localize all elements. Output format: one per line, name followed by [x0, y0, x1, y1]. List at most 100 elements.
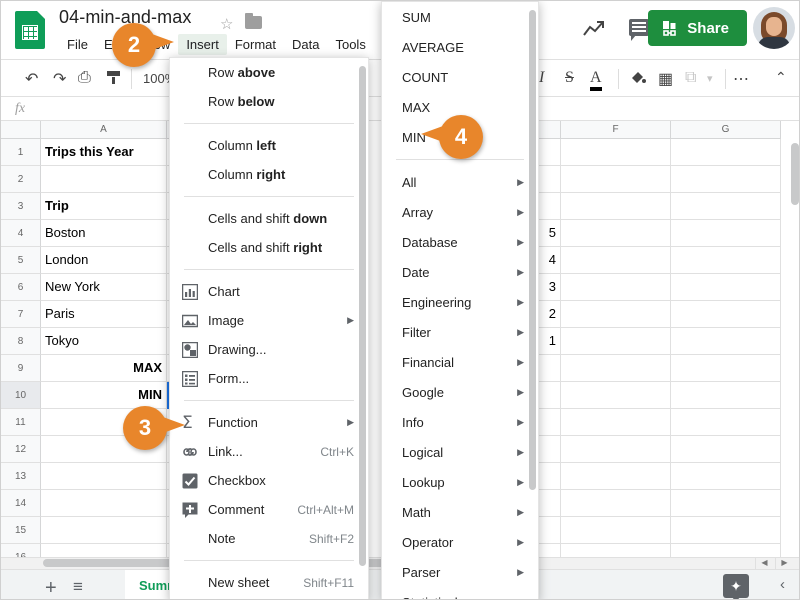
function-menu-scrollbar[interactable] [529, 10, 536, 490]
menu-item-row-above[interactable]: Row above [170, 58, 368, 87]
cell-F2[interactable] [561, 166, 671, 193]
function-item-financial[interactable]: Financial ▶ [382, 347, 538, 377]
cell-F10[interactable] [561, 382, 671, 409]
cell-A7[interactable]: Paris [41, 301, 167, 328]
cell-G3[interactable] [671, 193, 781, 220]
strikethrough-icon[interactable]: S [565, 69, 574, 87]
insert-menu-scrollbar[interactable] [359, 66, 366, 566]
cell-G6[interactable] [671, 274, 781, 301]
function-item-engineering[interactable]: Engineering ▶ [382, 287, 538, 317]
row-header-3[interactable]: 3 [1, 193, 41, 220]
menu-item-new-sheet[interactable]: New sheet Shift+F11 [170, 568, 368, 597]
menu-item-cells-and-shift-down[interactable]: Cells and shift down [170, 204, 368, 233]
function-item-date[interactable]: Date ▶ [382, 257, 538, 287]
paint-format-icon[interactable] [105, 69, 122, 91]
menu-item-function[interactable]: Σ Function ▶ [170, 408, 368, 437]
cell-A14[interactable] [41, 490, 167, 517]
cell-A1[interactable]: Trips this Year [41, 139, 167, 166]
cell-G9[interactable] [671, 355, 781, 382]
cell-G12[interactable] [671, 436, 781, 463]
merge-dropdown-icon[interactable]: ▾ [707, 72, 713, 85]
cell-G15[interactable] [671, 517, 781, 544]
cell-F11[interactable] [561, 409, 671, 436]
cell-F13[interactable] [561, 463, 671, 490]
row-header-10[interactable]: 10 [1, 382, 41, 409]
cell-F9[interactable] [561, 355, 671, 382]
menu-item-form[interactable]: Form... [170, 364, 368, 393]
cell-G1[interactable] [671, 139, 781, 166]
share-button[interactable]: Share [648, 10, 747, 46]
menu-item-insert[interactable]: Insert [178, 34, 227, 55]
cell-A6[interactable]: New York [41, 274, 167, 301]
undo-icon[interactable]: ↶ [25, 69, 38, 89]
row-header-14[interactable]: 14 [1, 490, 41, 517]
cell-F12[interactable] [561, 436, 671, 463]
collapse-toolbar-icon[interactable]: ⌃ [775, 69, 787, 86]
function-item-sum[interactable]: SUM [382, 2, 538, 32]
cell-G4[interactable] [671, 220, 781, 247]
menu-item-tools[interactable]: Tools [327, 34, 373, 55]
function-item-math[interactable]: Math ▶ [382, 497, 538, 527]
row-header-8[interactable]: 8 [1, 328, 41, 355]
cell-G16[interactable] [671, 544, 781, 557]
cell-F6[interactable] [561, 274, 671, 301]
cell-G5[interactable] [671, 247, 781, 274]
redo-icon[interactable]: ↷ [53, 69, 66, 89]
menu-item-file[interactable]: File [59, 34, 96, 55]
cell-F16[interactable] [561, 544, 671, 557]
cell-A9[interactable]: MAX [41, 355, 167, 382]
cell-G10[interactable] [671, 382, 781, 409]
function-item-statistical[interactable]: Statistical ▶ [382, 587, 538, 600]
function-item-logical[interactable]: Logical ▶ [382, 437, 538, 467]
cell-F3[interactable] [561, 193, 671, 220]
menu-item-data[interactable]: Data [284, 34, 327, 55]
vertical-scrollbar[interactable] [791, 143, 799, 205]
cell-G14[interactable] [671, 490, 781, 517]
borders-icon[interactable]: ▦ [658, 69, 673, 89]
list-icon[interactable]: ≡ [73, 577, 83, 597]
cell-A4[interactable]: Boston [41, 220, 167, 247]
row-header-15[interactable]: 15 [1, 517, 41, 544]
cell-A2[interactable] [41, 166, 167, 193]
folder-icon[interactable] [245, 13, 262, 29]
cell-A15[interactable] [41, 517, 167, 544]
cell-A13[interactable] [41, 463, 167, 490]
function-item-filter[interactable]: Filter ▶ [382, 317, 538, 347]
plus-icon[interactable]: + [45, 577, 57, 599]
function-item-info[interactable]: Info ▶ [382, 407, 538, 437]
function-item-average[interactable]: AVERAGE [382, 32, 538, 62]
menu-item-note[interactable]: Note Shift+F2 [170, 524, 368, 553]
function-item-parser[interactable]: Parser ▶ [382, 557, 538, 587]
row-header-11[interactable]: 11 [1, 409, 41, 436]
function-item-lookup[interactable]: Lookup ▶ [382, 467, 538, 497]
row-header-7[interactable]: 7 [1, 301, 41, 328]
explore-icon[interactable]: ✦ [723, 574, 749, 599]
more-options-icon[interactable]: ⋯ [733, 69, 749, 89]
star-icon[interactable]: ☆ [220, 15, 233, 33]
cell-F15[interactable] [561, 517, 671, 544]
column-header-a[interactable]: A [41, 121, 167, 139]
cell-F5[interactable] [561, 247, 671, 274]
row-header-9[interactable]: 9 [1, 355, 41, 382]
function-item-database[interactable]: Database ▶ [382, 227, 538, 257]
grid-corner[interactable] [1, 121, 41, 139]
row-header-6[interactable]: 6 [1, 274, 41, 301]
column-header-g[interactable]: G [671, 121, 781, 139]
cell-A10[interactable]: MIN [41, 382, 167, 409]
function-item-google[interactable]: Google ▶ [382, 377, 538, 407]
cell-F7[interactable] [561, 301, 671, 328]
function-item-operator[interactable]: Operator ▶ [382, 527, 538, 557]
function-item-count[interactable]: COUNT [382, 62, 538, 92]
cell-G7[interactable] [671, 301, 781, 328]
cell-F4[interactable] [561, 220, 671, 247]
cell-A16[interactable] [41, 544, 167, 557]
cell-A5[interactable]: London [41, 247, 167, 274]
function-item-all[interactable]: All ▶ [382, 167, 538, 197]
row-header-16[interactable]: 16 [1, 544, 41, 557]
menu-item-format[interactable]: Format [227, 34, 284, 55]
cell-F8[interactable] [561, 328, 671, 355]
menu-item-column-left[interactable]: Column left [170, 131, 368, 160]
cell-A8[interactable]: Tokyo [41, 328, 167, 355]
insert-menu[interactable]: Row above Row below Column left Column righ… [169, 57, 369, 599]
chevron-left-icon[interactable]: ‹ [780, 576, 785, 593]
